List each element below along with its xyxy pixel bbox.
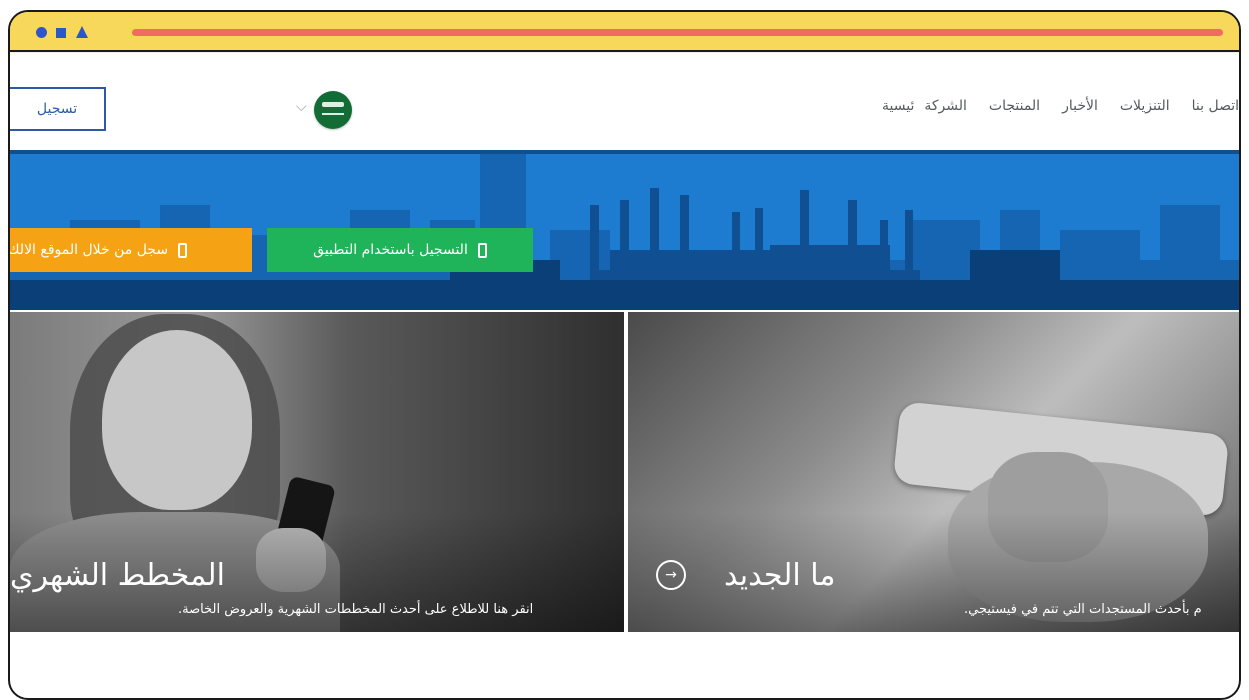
- register-app-label: التسجيل باستخدام التطبيق: [313, 242, 468, 258]
- monthly-plan-card[interactable]: المخطط الشهري انقر هنا للاطلاع على أحدث …: [10, 312, 624, 632]
- monthly-plan-subtitle: انقر هنا للاطلاع على أحدث المخططات الشهر…: [178, 602, 534, 617]
- nav-products[interactable]: المنتجات: [989, 98, 1040, 114]
- flag-inscription: [322, 102, 344, 107]
- site-header: تسجيل ⌵ ئيسية الشركة المنتجات الأخبار ال…: [10, 52, 1239, 151]
- circle-control-icon[interactable]: [36, 27, 47, 38]
- woman-photo-face: [102, 330, 252, 510]
- browser-frame: تسجيل ⌵ ئيسية الشركة المنتجات الأخبار ال…: [8, 10, 1241, 700]
- nav-news[interactable]: الأخبار: [1062, 98, 1098, 114]
- nav-contact[interactable]: اتصل بنا: [1192, 98, 1239, 114]
- monthly-plan-title: المخطط الشهري: [10, 558, 225, 593]
- main-nav: ئيسية الشركة المنتجات الأخبار التنزيلات …: [882, 98, 1239, 114]
- nav-home[interactable]: ئيسية: [882, 98, 914, 114]
- chevron-down-icon: ⌵: [296, 99, 307, 115]
- square-control-icon[interactable]: [56, 28, 66, 38]
- arrow-right-circle-icon[interactable]: →: [656, 560, 686, 590]
- banner-top-stripe: [10, 150, 1239, 154]
- hero-banner: التسجيل باستخدام التطبيق سجل من خلال الم…: [10, 150, 1239, 310]
- register-app-button[interactable]: التسجيل باستخدام التطبيق: [267, 228, 533, 272]
- nav-company[interactable]: الشركة: [924, 98, 967, 114]
- register-button[interactable]: تسجيل: [10, 87, 106, 131]
- register-web-label: سجل من خلال الموقع الالك: [10, 242, 169, 258]
- register-web-button[interactable]: سجل من خلال الموقع الالك: [10, 228, 252, 272]
- language-selector[interactable]: ⌵: [296, 91, 358, 129]
- nav-downloads[interactable]: التنزيلات: [1120, 98, 1170, 114]
- whats-new-card[interactable]: → ما الجديد م بأحدث المستجدات التي تتم ف…: [628, 312, 1239, 632]
- triangle-control-icon[interactable]: [76, 26, 88, 38]
- whats-new-subtitle: م بأحدث المستجدات التي تتم في فيستيجي.: [964, 602, 1202, 617]
- flag-sword: [322, 113, 344, 115]
- saudi-flag-icon: [314, 91, 352, 129]
- browser-toolbar: [10, 12, 1239, 52]
- whats-new-title: ما الجديد: [724, 558, 836, 593]
- phone-icon: [477, 242, 487, 258]
- phone-icon: [178, 242, 188, 258]
- address-bar[interactable]: [132, 29, 1223, 36]
